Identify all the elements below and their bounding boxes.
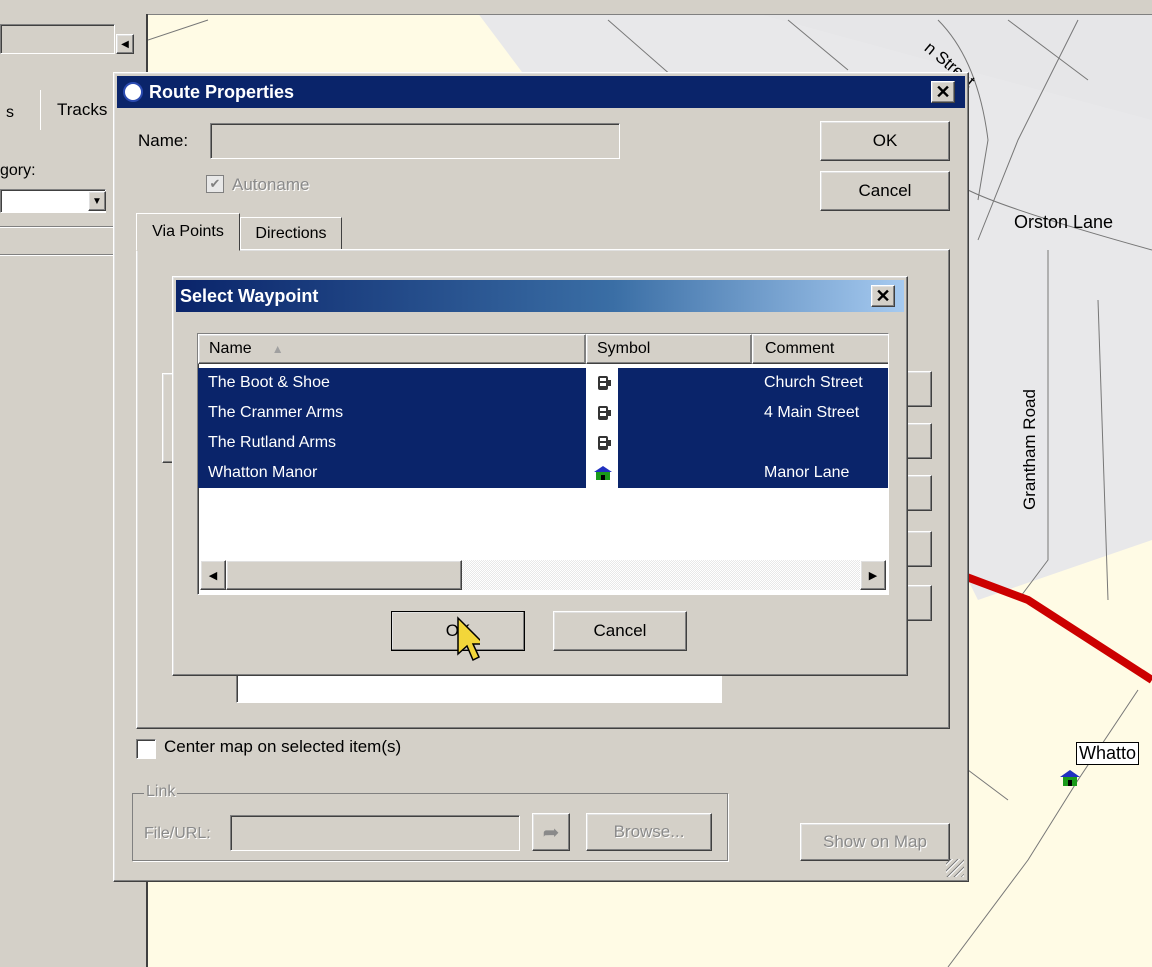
waypoint-symbol-bg	[618, 428, 752, 458]
column-header-name[interactable]: Name ▲	[198, 334, 586, 364]
cancel-button[interactable]: Cancel	[553, 611, 687, 651]
select-waypoint-titlebar[interactable]: Select Waypoint	[176, 280, 904, 312]
sort-ascending-icon: ▲	[271, 342, 284, 356]
via-points-side-button[interactable]	[904, 371, 932, 407]
name-field[interactable]	[210, 123, 620, 159]
waypoint-rows: The Boot & Shoe Church Street The Cranme…	[198, 368, 888, 492]
waypoint-comment: Manor Lane	[752, 458, 888, 488]
map-street-line	[148, 19, 209, 41]
pub-icon	[588, 398, 618, 428]
file-url-field[interactable]	[230, 815, 520, 851]
map-label-whatton[interactable]: Whatto	[1076, 742, 1140, 765]
waypoint-name: The Rutland Arms	[198, 428, 586, 458]
tab-via-points[interactable]: Via Points	[136, 213, 240, 251]
category-label: gory:	[0, 162, 36, 179]
horizontal-scrollbar[interactable]: ◀ ▶	[200, 560, 886, 590]
house-icon[interactable]	[1058, 768, 1082, 793]
column-header-symbol[interactable]: Symbol	[586, 334, 752, 364]
waypoint-comment: 4 Main Street	[752, 398, 888, 428]
pub-icon	[588, 428, 618, 458]
tab-tracks[interactable]: Tracks	[40, 90, 123, 130]
top-toolbar-strip	[0, 0, 1152, 15]
select-waypoint-dialog: Select Waypoint ✕ Name ▲ Symbol Comment …	[172, 276, 908, 676]
center-map-label: Center map on selected item(s)	[164, 737, 402, 756]
open-link-button[interactable]: ➦	[532, 813, 570, 851]
map-label-orston-lane: Orston Lane	[1014, 212, 1114, 232]
center-map-checkbox[interactable]	[136, 739, 156, 759]
waypoint-name: The Cranmer Arms	[198, 398, 586, 428]
scrollbar-thumb[interactable]	[226, 560, 462, 590]
scroll-right-button[interactable]: ▶	[860, 560, 886, 590]
waypoint-symbol-bg	[618, 368, 752, 398]
autoname-checkbox[interactable]: ✔	[206, 175, 224, 193]
select-waypoint-title: Select Waypoint	[180, 285, 319, 306]
resize-grip-icon[interactable]	[946, 859, 964, 877]
table-row[interactable]: The Boot & Shoe Church Street	[198, 368, 888, 398]
waypoint-symbol-bg	[618, 458, 752, 488]
route-properties-titlebar[interactable]: Route Properties	[117, 76, 965, 108]
name-label: Name:	[138, 131, 189, 150]
show-on-map-button[interactable]: Show on Map	[800, 823, 950, 861]
file-url-label: File/URL:	[144, 825, 211, 842]
mouse-cursor-icon	[456, 616, 486, 667]
chevron-down-icon[interactable]: ▼	[88, 191, 106, 211]
map-street-line	[967, 769, 1009, 801]
cancel-button[interactable]: Cancel	[820, 171, 950, 211]
map-label-grantham-road: Grantham Road	[1020, 389, 1039, 510]
table-row[interactable]: The Cranmer Arms 4 Main Street	[198, 398, 888, 428]
via-points-side-button[interactable]	[904, 531, 932, 567]
map-street-line	[947, 689, 1139, 967]
pub-icon	[588, 368, 618, 398]
waypoint-comment: Church Street	[752, 368, 888, 398]
close-icon[interactable]: ✕	[871, 285, 895, 307]
arrow-right-icon: ➦	[542, 821, 560, 844]
waypoint-comment	[752, 428, 888, 458]
scroll-left-button[interactable]: ◀	[200, 560, 226, 590]
waypoint-list-header: Name ▲ Symbol Comment	[198, 334, 888, 364]
tab-partial[interactable]: s	[6, 104, 14, 122]
route-properties-title: Route Properties	[149, 81, 295, 102]
close-icon[interactable]: ✕	[931, 81, 955, 103]
app-globe-icon	[123, 82, 143, 102]
tab-directions[interactable]: Directions	[240, 217, 342, 251]
left-panel-scroll-button[interactable]: ◀	[116, 34, 134, 54]
autoname-label: Autoname	[232, 175, 310, 194]
waypoint-list[interactable]: Name ▲ Symbol Comment The Boot & Shoe Ch…	[197, 333, 889, 595]
via-points-side-button[interactable]	[904, 475, 932, 511]
house-icon	[588, 458, 618, 488]
via-points-side-button[interactable]	[904, 585, 932, 621]
table-row[interactable]: Whatton Manor Manor Lane	[198, 458, 888, 488]
browse-button[interactable]: Browse...	[586, 813, 712, 851]
column-header-comment[interactable]: Comment	[752, 334, 888, 364]
ok-button[interactable]: OK	[820, 121, 950, 161]
via-points-side-button[interactable]	[904, 423, 932, 459]
waypoint-symbol-bg	[618, 398, 752, 428]
link-group-label: Link	[144, 783, 178, 801]
table-row[interactable]: The Rutland Arms	[198, 428, 888, 458]
left-panel-top-field	[0, 24, 115, 54]
waypoint-name: Whatton Manor	[198, 458, 586, 488]
waypoint-name: The Boot & Shoe	[198, 368, 586, 398]
